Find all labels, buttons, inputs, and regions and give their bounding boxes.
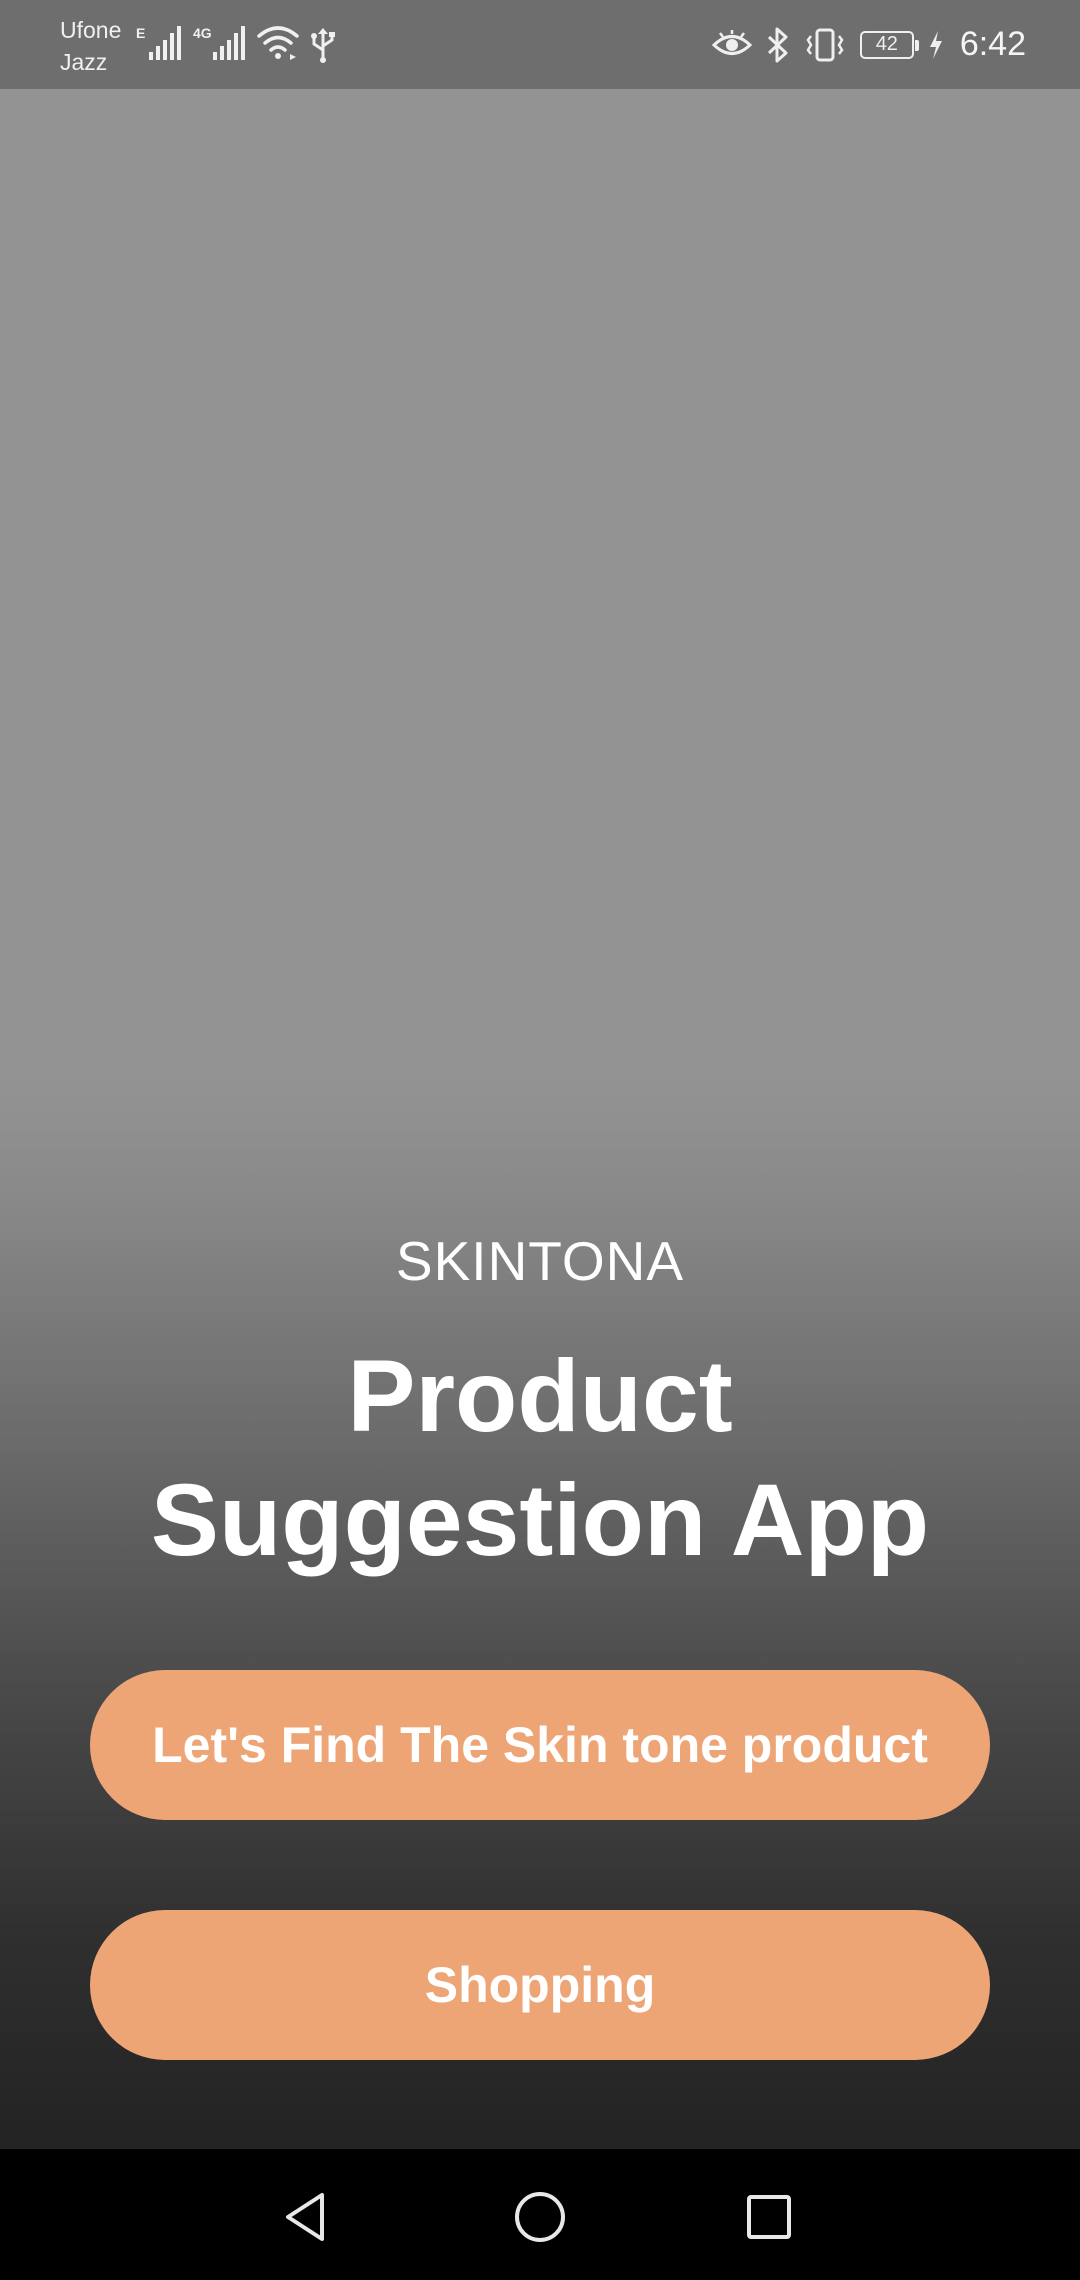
usb-icon [311, 28, 335, 63]
home-button[interactable] [500, 2177, 580, 2257]
carrier-names: Ufone Jazz [60, 14, 121, 78]
carrier-1: Ufone [60, 17, 122, 43]
page-title: Product Suggestion App [0, 1334, 1080, 1582]
title-line-2: Suggestion App [150, 1463, 930, 1577]
brand-name: SKINTONA [395, 1230, 685, 1292]
signal-icon: 4G [193, 25, 245, 60]
bluetooth-icon [767, 27, 788, 62]
home-icon [515, 2192, 565, 2242]
app-content: SKINTONA Product Suggestion App Let's Fi… [0, 89, 1080, 2149]
find-skin-tone-product-button[interactable]: Let's Find The Skin tone product [90, 1670, 990, 1820]
title-line-1: Product [347, 1339, 733, 1453]
shopping-button[interactable]: Shopping [90, 1910, 990, 2060]
charging-icon [929, 30, 942, 59]
network-type-2: 4G [193, 25, 212, 41]
network-type-1: E [136, 25, 145, 41]
back-button[interactable] [268, 2177, 348, 2257]
status-right: 42 6:42 [711, 0, 1026, 89]
eye-icon [711, 29, 752, 55]
carrier-2: Jazz [60, 49, 108, 75]
recents-button[interactable] [729, 2177, 809, 2257]
recents-icon [747, 2195, 791, 2239]
navigation-bar [0, 2149, 1080, 2280]
signal-icon: E [136, 25, 181, 60]
clock: 6:42 [959, 25, 1026, 63]
wifi-icon [257, 26, 299, 60]
battery-icon: 42 [859, 30, 919, 59]
vibrate-icon [806, 28, 844, 61]
status-bar: Ufone Jazz E 4G 42 6:42 [0, 0, 1080, 89]
screen: Ufone Jazz E 4G 42 6:42 SKINTONA Product… [0, 0, 1080, 2280]
battery-level: 42 [875, 33, 898, 55]
back-icon [286, 2193, 324, 2241]
